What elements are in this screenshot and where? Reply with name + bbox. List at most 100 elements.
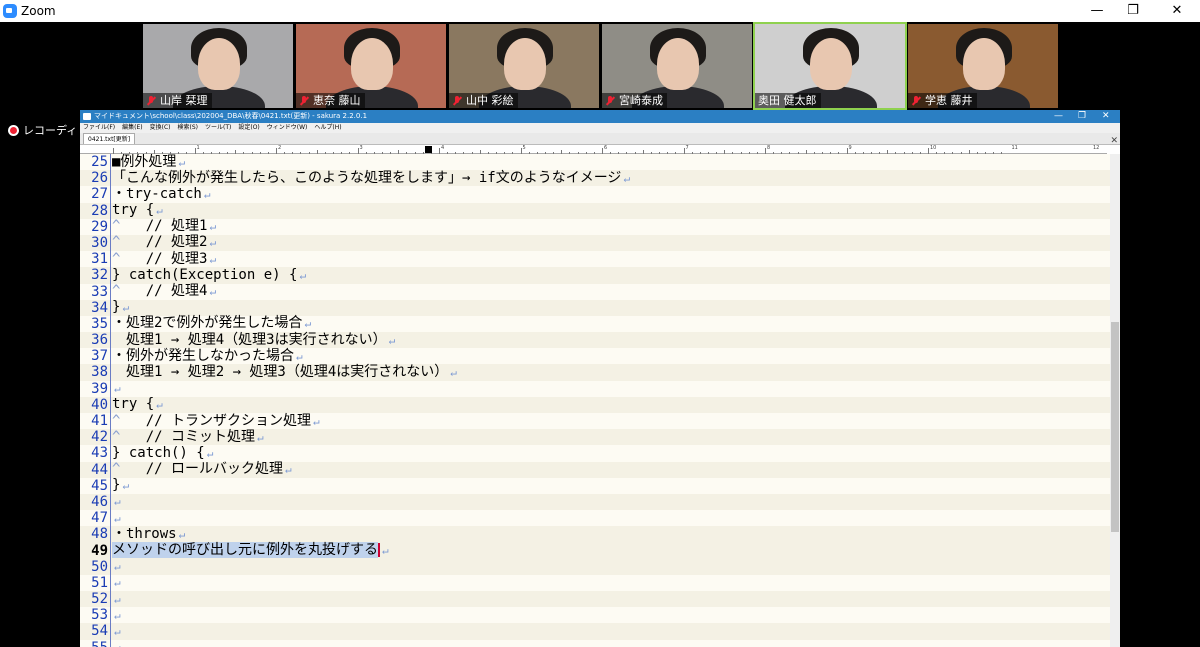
participant-name-label: 学恵 藤井 [908, 93, 977, 108]
code-line[interactable]: 37 ・例外が発生しなかった場合 ↵ [80, 348, 1110, 365]
line-text: try {↵ [111, 396, 163, 413]
participant-tile[interactable]: 学恵 藤井 [908, 24, 1058, 108]
menu-item[interactable]: ツール(T) [205, 123, 231, 133]
editor-text-area[interactable]: 25 ■例外処理 ↵ 26 「こんな例外が発生したら、このような処理をします」→ if文… [80, 154, 1110, 647]
eol-marker-icon: ↵ [114, 382, 121, 396]
participant-tile[interactable]: 山中 彩絵 [449, 24, 599, 108]
line-number: 54 [80, 623, 111, 640]
line-number: 33 [80, 283, 111, 300]
code-line[interactable]: 36 処理1 → 処理4（処理3は実行されない） ↵ [80, 332, 1110, 349]
code-line[interactable]: 34} ↵ [80, 299, 1110, 316]
code-line[interactable]: 50 ↵ [80, 558, 1110, 575]
eol-marker-icon: ↵ [114, 608, 121, 622]
code-line[interactable]: 41 ^ // トランザクション処理 ↵ [80, 413, 1110, 430]
code-line[interactable]: 28 try {↵ [80, 202, 1110, 219]
code-line[interactable]: 29 ^ // 処理1 ↵ [80, 218, 1110, 235]
zoom-titlebar: Zoom — ❐ ✕ [0, 0, 1200, 22]
code-line[interactable]: 25 ■例外処理 ↵ [80, 154, 1110, 171]
code-line[interactable]: 44 ^ // ロールバック処理 ↵ [80, 461, 1110, 478]
restore-button[interactable]: ❐ [1110, 0, 1156, 22]
line-content: } catch() { [112, 444, 205, 461]
code-line[interactable]: 52 ↵ [80, 591, 1110, 608]
ruler-number: 9 [848, 145, 852, 151]
line-text: ^ // コミット処理 ↵ [111, 429, 264, 446]
line-text: ↵ [111, 510, 121, 527]
line-number: 32 [80, 267, 111, 284]
menu-item[interactable]: ヘルプ(H) [314, 123, 341, 133]
code-line[interactable]: 48 ・throws ↵ [80, 526, 1110, 543]
menu-item[interactable]: 編集(E) [122, 123, 142, 133]
code-line[interactable]: 26 「こんな例外が発生したら、このような処理をします」→ if文のようなイメージ… [80, 170, 1110, 187]
eol-marker-icon: ↵ [388, 333, 396, 347]
code-line[interactable]: 30 ^ // 処理2 ↵ [80, 234, 1110, 252]
scrollbar-thumb[interactable] [1111, 322, 1119, 532]
menu-item[interactable]: 検索(S) [178, 123, 199, 133]
code-line[interactable]: 31 ^ // 処理3 ↵ [80, 251, 1110, 268]
code-line[interactable]: 39 ↵ [80, 380, 1110, 397]
code-line[interactable]: 27 ・try-catch ↵ [80, 185, 1110, 203]
line-content: ・try-catch [112, 185, 202, 202]
editor-minimize-button[interactable]: — [1054, 110, 1063, 123]
participant-tile[interactable]: 恵奈 藤山 [296, 24, 446, 108]
vertical-scrollbar[interactable] [1110, 154, 1120, 647]
line-text: try {↵ [111, 202, 163, 219]
close-button[interactable]: ✕ [1154, 0, 1200, 22]
participant-tile[interactable]: 宮崎泰成 [602, 24, 752, 108]
editor-title: マイドキュメント\school\class\202004_DBA\秋春\0421… [94, 112, 368, 120]
line-number: 48 [80, 526, 111, 543]
code-line[interactable]: 45} ↵ [80, 477, 1110, 494]
tab-marker: ^ [112, 461, 146, 478]
participant-tile[interactable]: 山岸 栞理 [143, 24, 293, 108]
participant-video [810, 38, 852, 90]
menu-item[interactable]: ウィンドウ(W) [267, 123, 308, 133]
participant-tile[interactable]: 奥田 健太郎 [753, 22, 907, 110]
line-text: } catch() {↵ [111, 445, 213, 462]
code-line[interactable]: 47 ↵ [80, 510, 1110, 527]
line-text: } catch(Exception e) {↵ [111, 267, 306, 284]
recording-indicator[interactable]: レコーディ [8, 122, 77, 138]
code-line[interactable]: 54 ↵ [80, 623, 1110, 640]
code-line[interactable]: 38 処理1 → 処理2 → 処理3（処理4は実行されない） ↵ [80, 364, 1110, 381]
eol-marker-icon: ↵ [623, 171, 631, 185]
eol-marker-icon: ↵ [122, 301, 130, 315]
code-line[interactable]: 32} catch(Exception e) {↵ [80, 267, 1110, 284]
participant-video [351, 38, 393, 90]
code-line[interactable]: 46 ↵ [80, 493, 1110, 511]
line-number: 26 [80, 170, 111, 187]
menu-item[interactable]: ファイル(F) [83, 123, 115, 133]
line-text: メソッドの呼び出し元に例外を丸投げする ↵ [111, 542, 389, 559]
eol-marker-icon: ↵ [156, 204, 163, 218]
line-number: 28 [80, 202, 111, 219]
editor-titlebar: マイドキュメント\school\class\202004_DBA\秋春\0421… [80, 110, 1120, 123]
line-content: メソッドの呼び出し元に例外を丸投げする [112, 542, 378, 558]
menu-item[interactable]: 設定(O) [238, 123, 259, 133]
code-line[interactable]: 35 ・処理2で例外が発生した場合 ↵ [80, 315, 1110, 333]
ruler: 1 2 3 4 5 6 7 8 9 10 11 12 ✕ [80, 136, 1118, 154]
line-number: 51 [80, 574, 111, 592]
participant-name: 奥田 健太郎 [758, 94, 817, 107]
menu-item[interactable]: 変換(C) [150, 123, 171, 133]
code-line[interactable]: 42 ^ // コミット処理 ↵ [80, 429, 1110, 446]
line-text: 「こんな例外が発生したら、このような処理をします」→ if文のようなイメージ ↵ [111, 170, 630, 187]
code-line[interactable]: 40 try {↵ [80, 396, 1110, 413]
code-line[interactable]: 51 ↵ [80, 574, 1110, 592]
file-tab[interactable]: 0421.txt[更新] [83, 133, 136, 144]
line-number: 29 [80, 218, 111, 235]
eol-marker-icon: ↵ [122, 479, 130, 493]
line-number: 43 [80, 445, 111, 462]
line-content: } [112, 299, 121, 316]
line-text: ↵ [111, 607, 121, 624]
zoom-logo-icon [3, 4, 17, 18]
editor-restore-button[interactable]: ❐ [1078, 110, 1086, 123]
tab-close-icon[interactable]: ✕ [1110, 136, 1118, 146]
participant-name-label: 宮崎泰成 [602, 93, 667, 108]
code-line[interactable]: 53 ↵ [80, 607, 1110, 624]
code-line[interactable]: 55↵ [80, 639, 1110, 647]
code-line[interactable]: 33 ^ // 処理4 ↵ [80, 283, 1110, 300]
participant-name: 恵奈 藤山 [313, 94, 361, 107]
editor-close-button[interactable]: ✕ [1102, 110, 1110, 123]
code-line[interactable]: 49 メソッドの呼び出し元に例外を丸投げする ↵ [80, 542, 1110, 559]
code-line[interactable]: 43} catch() {↵ [80, 445, 1110, 462]
eol-marker-icon: ↵ [304, 317, 312, 331]
line-content: // 処理4 [145, 283, 208, 299]
